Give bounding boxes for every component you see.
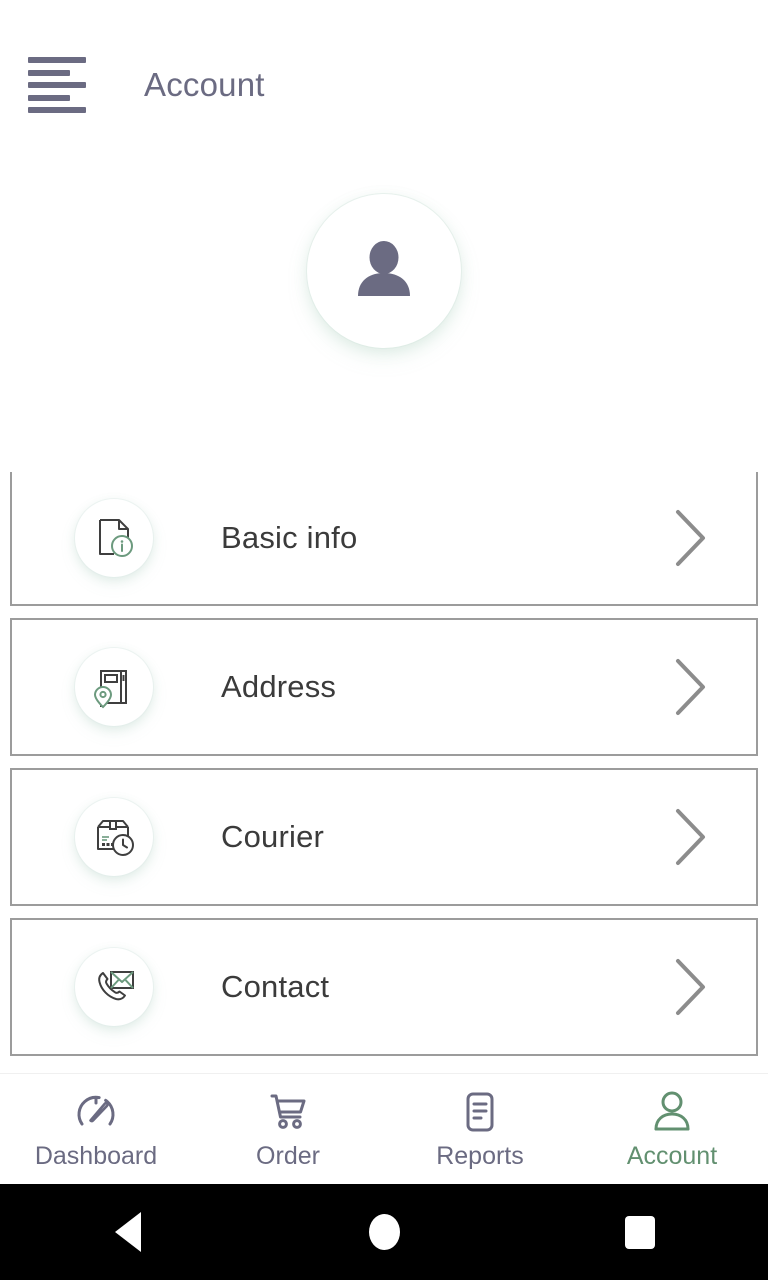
nav-label: Dashboard: [34, 1141, 158, 1170]
document-info-icon: [99, 519, 133, 557]
hamburger-line: [28, 82, 86, 88]
chevron-right-icon[interactable]: [672, 656, 710, 718]
hamburger-line: [28, 57, 86, 63]
hamburger-line: [28, 94, 70, 101]
bottom-navigation-bar: Dashboard Order Reports Account: [0, 1073, 768, 1180]
nav-item-reports[interactable]: Reports: [384, 1074, 576, 1180]
profile-avatar-section: [0, 194, 768, 348]
address-book-pin-icon: [93, 670, 127, 709]
report-document-icon: [466, 1092, 494, 1131]
hamburger-line: [28, 69, 70, 76]
hamburger-menu-icon[interactable]: [28, 57, 86, 113]
chevron-right-icon[interactable]: [672, 507, 710, 569]
menu-icon-circle: [75, 499, 153, 577]
nav-label: Account: [626, 1141, 718, 1170]
account-menu-list: Basic info Address Courier Contact: [0, 472, 768, 1068]
app-header: Account: [0, 0, 768, 170]
nav-icon-wrap: [649, 1088, 695, 1136]
chevron-right-icon[interactable]: [672, 806, 710, 868]
android-system-navigation-bar: [0, 1184, 768, 1280]
nav-item-order[interactable]: Order: [192, 1074, 384, 1180]
account-screen: Account Basic info Address Courier Conta…: [0, 0, 768, 1280]
menu-icon-circle: [75, 648, 153, 726]
system-back-button[interactable]: [0, 1212, 256, 1252]
avatar[interactable]: [307, 194, 461, 348]
menu-item-address[interactable]: Address: [10, 618, 758, 756]
system-recents-button[interactable]: [512, 1215, 768, 1249]
phone-envelope-icon: [98, 971, 134, 1001]
menu-item-label: Basic info: [221, 520, 358, 555]
menu-item-courier[interactable]: Courier: [10, 768, 758, 906]
shopping-cart-icon: [270, 1094, 306, 1129]
speedometer-icon: [77, 1095, 115, 1125]
page-title: Account: [144, 66, 265, 103]
menu-icon-circle: [75, 948, 153, 1026]
nav-icon-wrap: [73, 1088, 119, 1136]
back-triangle-icon: [115, 1212, 141, 1252]
package-clock-icon: [97, 820, 134, 856]
home-circle-icon: [368, 1214, 400, 1250]
hamburger-line: [28, 107, 86, 113]
nav-item-dashboard[interactable]: Dashboard: [0, 1074, 192, 1180]
nav-item-account[interactable]: Account: [576, 1074, 768, 1180]
menu-item-label: Courier: [221, 819, 325, 854]
nav-label: Reports: [436, 1141, 524, 1170]
nav-icon-wrap: [265, 1088, 311, 1136]
chevron-right-icon[interactable]: [672, 956, 710, 1018]
menu-icon-circle: [75, 798, 153, 876]
recents-square-icon: [625, 1215, 655, 1249]
nav-icon-wrap: [457, 1088, 503, 1136]
nav-label: Order: [256, 1141, 320, 1170]
menu-item-label: Contact: [221, 969, 330, 1004]
menu-item-contact[interactable]: Contact: [10, 918, 758, 1056]
person-avatar-icon: [358, 241, 410, 296]
menu-item-basic-info[interactable]: Basic info: [10, 472, 758, 606]
person-icon: [654, 1091, 690, 1130]
system-home-button[interactable]: [256, 1214, 512, 1250]
menu-item-label: Address: [221, 669, 337, 704]
